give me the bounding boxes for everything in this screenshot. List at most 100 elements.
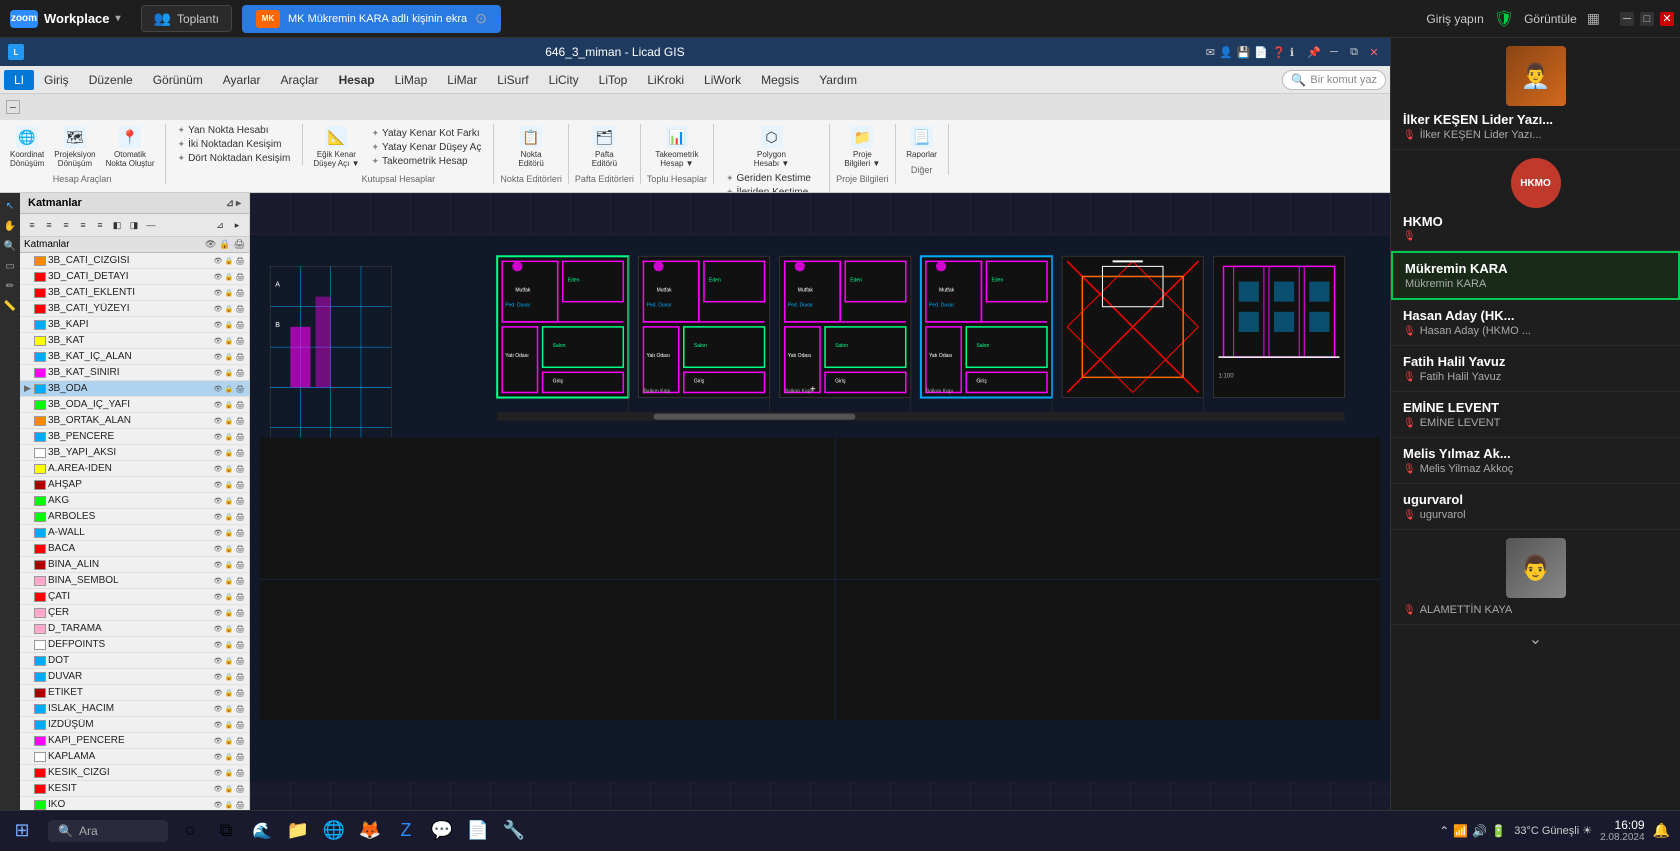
taskbar-search[interactable]: 🔍 Ara: [48, 820, 168, 842]
menu-limap[interactable]: LiMap: [385, 70, 438, 90]
layer-tool-filter[interactable]: ⊿: [212, 217, 228, 233]
layer-tool-8[interactable]: —: [143, 217, 159, 233]
btn-yan-nokta[interactable]: ✦ Yan Nokta Hesabı: [172, 124, 297, 137]
layer-a-area-iden[interactable]: A.AREA-İDEN 👁🔒🖨: [20, 461, 249, 477]
btn-nokta-editoru[interactable]: 📋 NoktaEditörü: [500, 124, 562, 170]
toplanti-button[interactable]: 👥 Toplantı: [141, 5, 232, 32]
meeting-scroll-down[interactable]: ⌄: [1391, 625, 1680, 653]
layers-filter-btn[interactable]: ⊿: [226, 198, 234, 209]
btn-takeo[interactable]: 📊 TakeometrikHesap ▼: [647, 124, 707, 170]
taskbar-edge[interactable]: 🌊: [244, 813, 280, 849]
layer-islak-hacim[interactable]: ISLAK_HACİM 👁🔒🖨: [20, 701, 249, 717]
taskbar-cortana[interactable]: ○: [172, 813, 208, 849]
btn-dort-noktadan[interactable]: ✦ Dört Noktadan Kesişim: [172, 152, 297, 165]
notification-center-icon[interactable]: 🔔: [1653, 822, 1670, 839]
layer-3d-cati-detayi[interactable]: 3D_CATI_DETAYI 👁🔒🖨: [20, 269, 249, 285]
layer-tool-expand[interactable]: ▸: [229, 217, 245, 233]
taskbar-app[interactable]: 🔧: [496, 813, 532, 849]
menu-araclar[interactable]: Araçlar: [271, 70, 329, 90]
layer-3b-kat-siniri[interactable]: 3B_KAT_SİNİRİ 👁🔒🖨: [20, 365, 249, 381]
dropdown-icon[interactable]: ▾: [116, 13, 121, 24]
screen-share-button[interactable]: MK MK Mükremin KARA adlı kişinin ekra ⊙: [242, 5, 501, 33]
taskbar-chrome[interactable]: 🌐: [316, 813, 352, 849]
menu-likroki[interactable]: LiKroki: [637, 70, 694, 90]
layer-bina-sembol[interactable]: BİNA_SEMBOL 👁🔒🖨: [20, 573, 249, 589]
search-box[interactable]: 🔍 Bir komut yaz: [1282, 70, 1386, 90]
layer-tool-5[interactable]: ≡: [92, 217, 108, 233]
layer-3b-kapi[interactable]: 3B_KAPI 👁🔒🖨: [20, 317, 249, 333]
layer-dot[interactable]: DOT 👁🔒🖨: [20, 653, 249, 669]
tool-measure[interactable]: 📏: [1, 297, 19, 315]
layer-kesit[interactable]: KESİT 👁🔒🖨: [20, 781, 249, 797]
btn-proje[interactable]: 📁 ProjeBilgileri ▼: [836, 124, 889, 170]
btn-takeometrik-hesap[interactable]: ✦ Takeometrik Hesap: [365, 155, 487, 168]
layer-3b-cati-yuzeyi[interactable]: 3B_CATI_YÜZEYİ 👁🔒🖨: [20, 301, 249, 317]
layer-etiket[interactable]: ETİKET 👁🔒🖨: [20, 685, 249, 701]
menu-limar[interactable]: LiMar: [437, 70, 487, 90]
canvas-area[interactable]: A B MİMAR: [250, 193, 1390, 824]
btn-koordinat[interactable]: 🌐 KoordinatDönüşüm: [6, 124, 48, 170]
tool-pan[interactable]: ✋: [1, 217, 19, 235]
layer-d-tarama[interactable]: D_TARAMA 👁🔒🖨: [20, 621, 249, 637]
layer-tool-4[interactable]: ≡: [75, 217, 91, 233]
layer-arboles[interactable]: ARBOLES 👁🔒🖨: [20, 509, 249, 525]
layer-3b-kat[interactable]: 3B_KAT 👁🔒🖨: [20, 333, 249, 349]
goruntule-btn[interactable]: Görüntüle: [1524, 12, 1577, 26]
tool-pointer[interactable]: ↖: [1, 197, 19, 215]
layer-tool-1[interactable]: ≡: [24, 217, 40, 233]
btn-geriden[interactable]: ✦ Geriden Kestime: [720, 172, 823, 185]
taskbar-explorer[interactable]: 📁: [280, 813, 316, 849]
layers-collapse-btn[interactable]: ▸: [236, 198, 241, 209]
layer-3b-cati-eklenti[interactable]: 3B_CATI_EKLENTİ 👁🔒🖨: [20, 285, 249, 301]
layer-bina-alin[interactable]: BİNA_ALIN 👁🔒🖨: [20, 557, 249, 573]
btn-yatay-kenar-kot[interactable]: ✦ Yatay Kenar Kot Farkı: [365, 127, 487, 140]
licad-minimize-btn[interactable]: ─: [1326, 44, 1342, 60]
menu-goruntum[interactable]: Görünüm: [143, 70, 213, 90]
toolbar-collapse-btn[interactable]: ─: [6, 100, 20, 114]
taskbar-pdf[interactable]: 📄: [460, 813, 496, 849]
network-icon[interactable]: 📶: [1453, 824, 1468, 838]
layer-defpoints[interactable]: DEFPOINTS 👁🔒🖨: [20, 637, 249, 653]
layer-3b-oda[interactable]: ▶ 3B_ODA 👁🔒🖨: [20, 381, 249, 397]
zoom-maximize-btn[interactable]: □: [1640, 12, 1654, 26]
menu-giris[interactable]: Giriş: [34, 70, 79, 90]
layer-cer[interactable]: ÇER 👁🔒🖨: [20, 605, 249, 621]
girs-yapin-btn[interactable]: Giriş yapın: [1426, 12, 1483, 26]
btn-egik-kenar[interactable]: 📐 Eğik KenarDüşey Açı ▼: [309, 124, 363, 170]
start-button[interactable]: ⊞: [0, 811, 44, 851]
show-hidden-icon[interactable]: ⌃: [1439, 824, 1449, 838]
layer-baca[interactable]: BACA 👁🔒🖨: [20, 541, 249, 557]
layer-tool-7[interactable]: ◨: [126, 217, 142, 233]
system-clock[interactable]: 16:09 2.08.2024: [1600, 818, 1645, 843]
menu-litop[interactable]: LiTop: [589, 70, 638, 90]
tool-draw[interactable]: ✏: [1, 277, 19, 295]
btn-iki-noktadan[interactable]: ✦ İki Noktadan Kesişim: [172, 138, 297, 151]
zoom-close-btn[interactable]: ✕: [1660, 12, 1674, 26]
menu-duzenle[interactable]: Düzenle: [79, 70, 143, 90]
licad-close-btn[interactable]: ✕: [1366, 44, 1382, 60]
layer-tool-2[interactable]: ≡: [41, 217, 57, 233]
btn-ileriden[interactable]: ✦ İleriden Kestime: [720, 186, 823, 192]
layer-ahsap[interactable]: AHŞAP 👁🔒🖨: [20, 477, 249, 493]
btn-yatay-kenar-duzey[interactable]: ✦ Yatay Kenar Düşey Aç: [365, 141, 487, 154]
menu-li[interactable]: LI: [4, 70, 34, 90]
menu-lisurf[interactable]: LiSurf: [487, 70, 538, 90]
layer-3b-oda-ic-yafi[interactable]: 3B_ODA_İÇ_YAFI 👁🔒🖨: [20, 397, 249, 413]
layer-kesik-cizgi[interactable]: KESİK_CİZGİ 👁🔒🖨: [20, 765, 249, 781]
layer-3b-cati-cizgisi[interactable]: 3B_CATI_CİZGİSİ 👁🔒🖨: [20, 253, 249, 269]
menu-yardim[interactable]: Yardım: [809, 70, 867, 90]
menu-ayarlar[interactable]: Ayarlar: [213, 70, 271, 90]
layer-tool-6[interactable]: ◧: [109, 217, 125, 233]
licad-restore-btn[interactable]: ⧉: [1346, 44, 1362, 60]
taskbar-task-view[interactable]: ⧉: [208, 813, 244, 849]
btn-pafta-editoru[interactable]: 🗂 PaftaEditörü: [575, 124, 634, 170]
layer-3b-pencere[interactable]: 3B_PENCERE 👁🔒🖨: [20, 429, 249, 445]
btn-otomatik[interactable]: 📍 OtomatikNokta Oluştur: [102, 124, 159, 170]
layer-akg[interactable]: AKG 👁🔒🖨: [20, 493, 249, 509]
taskbar-whatsapp[interactable]: 💬: [424, 813, 460, 849]
layer-duvar[interactable]: DUVAR 👁🔒🖨: [20, 669, 249, 685]
menu-megsis[interactable]: Megsis: [751, 70, 809, 90]
taskbar-zoom[interactable]: Z: [388, 813, 424, 849]
layer-kaplama[interactable]: KAPLAMA 👁🔒🖨: [20, 749, 249, 765]
btn-polygon[interactable]: ⬡ PolygonHesabı ▼: [720, 124, 823, 170]
